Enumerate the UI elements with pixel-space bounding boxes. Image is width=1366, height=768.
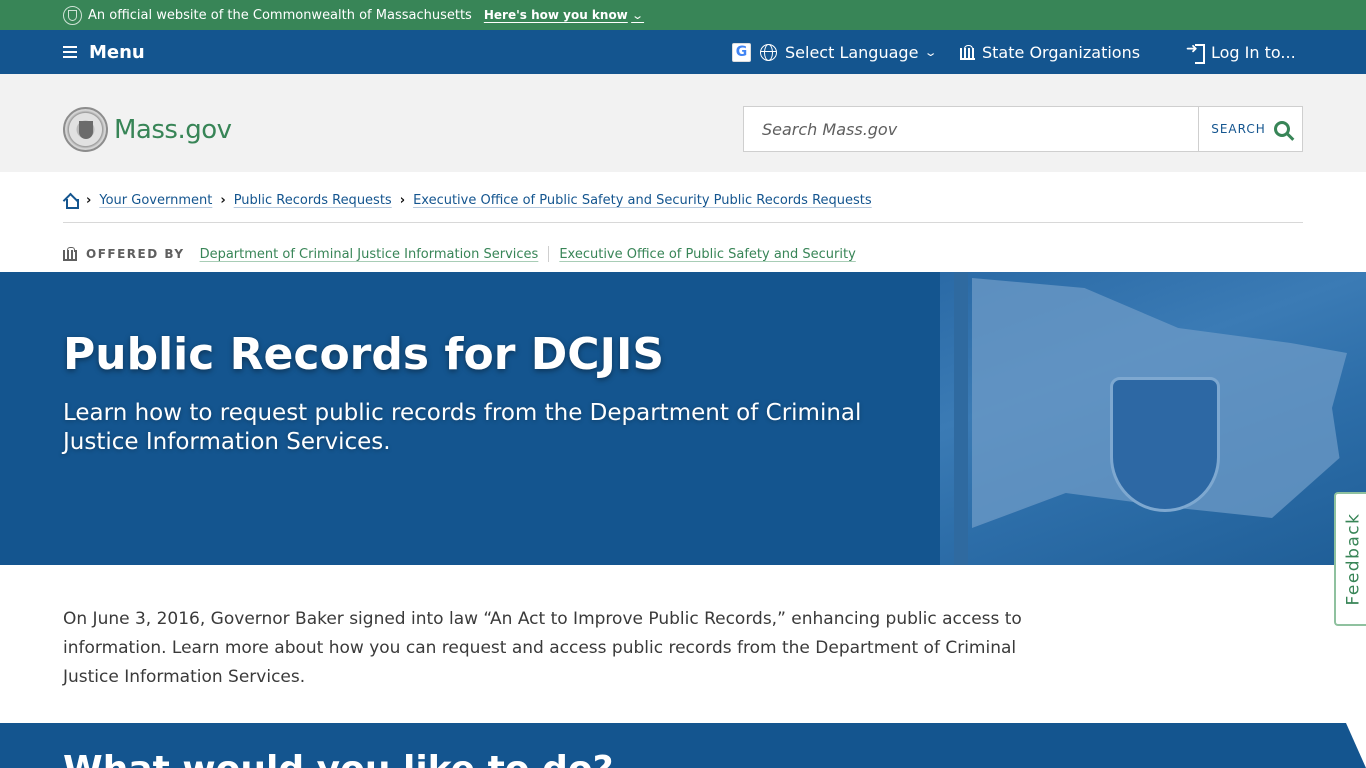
offered-by-label: OFFERED BY [86,247,185,261]
search-button[interactable]: SEARCH [1198,107,1302,151]
intro-paragraph: On June 3, 2016, Governor Baker signed i… [63,609,1022,687]
hero-banner: Public Records for DCJIS Learn how to re… [0,272,1366,565]
state-seal-icon [63,5,82,25]
heres-how-you-know-label: Here's how you know [483,8,628,22]
breadcrumb-public-records-requests[interactable]: Public Records Requests [234,193,392,208]
home-icon[interactable] [63,193,79,209]
mass-gov-logo[interactable]: Mass.gov [63,107,232,152]
chevron-right-icon: › [86,192,92,208]
flag-shield [1110,377,1220,512]
select-language-button[interactable]: G Select Language ⌄ [732,30,938,74]
chevron-right-icon: › [399,192,406,208]
state-organizations-button[interactable]: State Organizations [960,30,1140,74]
breadcrumb: › Your Government › Public Records Reque… [63,191,872,209]
google-translate-icon: G [732,42,751,62]
feedback-button[interactable]: Feedback [1334,492,1366,626]
state-flag-image [940,272,1366,565]
feedback-label: Feedback [1343,512,1363,606]
offered-by: OFFERED BY Department of Criminal Justic… [63,245,856,263]
state-seal-icon [63,107,108,152]
state-organizations-label: State Organizations [982,42,1141,62]
menu-label: Menu [89,41,145,63]
search-form: SEARCH [743,106,1303,152]
offered-by-eopss-link[interactable]: Executive Office of Public Safety and Se… [559,247,855,262]
login-button[interactable]: Log In to... [1186,30,1296,74]
chevron-down-icon: ⌄ [924,45,938,59]
heres-how-you-know-link[interactable]: Here's how you know ⌄ [483,8,644,22]
capitol-building-icon [960,44,975,60]
chevron-down-icon: ⌄ [630,8,644,22]
divider [63,222,1303,223]
select-language-label: Select Language [785,42,919,62]
site-header: Mass.gov SEARCH [0,74,1366,172]
search-icon [1273,121,1290,137]
official-banner: An official website of the Commonwealth … [0,0,1366,30]
utility-nav: Menu G Select Language ⌄ State Organizat… [0,30,1366,74]
hamburger-icon [63,46,77,58]
menu-button[interactable]: Menu [63,30,145,74]
login-label: Log In to... [1211,42,1296,62]
page-subtitle: Learn how to request public records from… [63,400,862,455]
search-input[interactable] [744,107,1198,151]
official-banner-text: An official website of the Commonwealth … [88,7,472,23]
logo-text: Mass.gov [114,114,232,145]
flag-pole [954,272,968,565]
breadcrumb-your-government[interactable]: Your Government [99,193,212,208]
what-to-do-section: What would you like to do? [0,723,1366,768]
section-heading: What would you like to do? [63,749,613,768]
search-button-label: SEARCH [1211,122,1266,136]
offered-by-dcjis-link[interactable]: Department of Criminal Justice Informati… [200,247,539,262]
breadcrumb-eopss-public-records[interactable]: Executive Office of Public Safety and Se… [413,193,872,208]
corner-notch [1346,723,1366,768]
building-icon [63,247,77,261]
page-title: Public Records for DCJIS [63,329,665,380]
chevron-right-icon: › [220,192,226,208]
divider [548,246,550,262]
login-icon [1186,41,1205,64]
globe-icon [760,43,777,61]
